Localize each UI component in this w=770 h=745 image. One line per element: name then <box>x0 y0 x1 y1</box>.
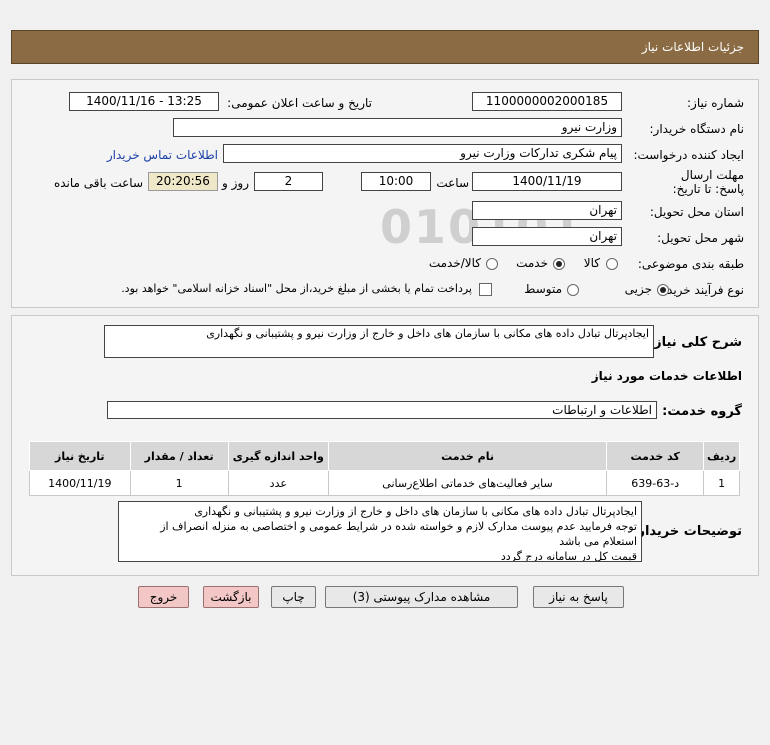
services-section-title: اطلاعات خدمات مورد نیاز <box>591 369 742 383</box>
need-info-panel <box>11 79 759 308</box>
page-title: جزئیات اطلاعات نیاز <box>641 40 744 54</box>
page-header: جزئیات اطلاعات نیاز <box>11 30 759 64</box>
cell-need-date: 1400/11/19 <box>29 470 131 496</box>
cell-service-name: سایر فعالیت‌های خدماتی اطلاع‌رسانی <box>327 470 608 496</box>
city-label: شهر محل تحویل: <box>657 231 744 245</box>
deadline-label: مهلت ارسال پاسخ: تا تاریخ: <box>672 168 744 196</box>
col-header-quantity: تعداد / مقدار <box>129 441 229 471</box>
buyer-notes-field[interactable]: ایجادپرتال تبادل داده های مکانی با سازما… <box>118 501 642 562</box>
category-option-goods: کالا <box>583 256 600 270</box>
province-label: استان محل تحویل: <box>649 205 744 219</box>
category-radio-service[interactable] <box>553 258 565 270</box>
cell-row-number: 1 <box>703 470 740 496</box>
buyer-field: وزارت نیرو <box>173 118 622 137</box>
exit-button[interactable]: خروج <box>138 586 189 608</box>
service-group-field: اطلاعات و ارتباطات <box>107 401 657 419</box>
treasury-payment-note: پرداخت تمام یا بخشی از مبلغ خرید،از محل … <box>121 282 472 295</box>
deadline-time-field: 10:00 <box>361 172 431 191</box>
cell-quantity: 1 <box>129 470 229 496</box>
col-header-service-name: نام خدمت <box>327 441 608 471</box>
summary-field: ایجادپرتال تبادل داده های مکانی با سازما… <box>104 325 654 358</box>
category-radio-goods[interactable] <box>606 258 618 270</box>
summary-label: شرح کلی نیاز: <box>648 335 742 350</box>
city-field: تهران <box>472 227 622 246</box>
view-attachments-button[interactable]: مشاهده مدارک پیوستی (3) <box>325 586 518 608</box>
creator-label: ایجاد کننده درخواست: <box>633 148 744 162</box>
table-row: 1 د-63-639 سایر فعالیت‌های خدماتی اطلاع‌… <box>29 470 740 496</box>
creator-field: پیام شکری تدارکات وزارت نیرو <box>223 144 622 163</box>
buyer-contact-link[interactable]: اطلاعات تماس خریدار <box>107 148 218 162</box>
days-remaining-field: 2 <box>254 172 323 191</box>
process-option-minor: جزیی <box>624 282 652 296</box>
back-button[interactable]: بازگشت <box>203 586 259 608</box>
need-number-field: 1100000002000185 <box>472 92 622 111</box>
col-header-service-code: کد خدمت <box>606 441 705 471</box>
remaining-time-field: 20:20:56 <box>148 172 218 191</box>
print-button[interactable]: چاپ <box>271 586 316 608</box>
category-option-service: خدمت <box>516 256 548 270</box>
col-header-need-date: تاریخ نیاز <box>29 441 131 471</box>
cell-service-code: د-63-639 <box>606 470 705 496</box>
process-radio-medium[interactable] <box>567 284 579 296</box>
reply-button[interactable]: پاسخ به نیاز <box>533 586 624 608</box>
process-option-medium: متوسط <box>524 282 562 296</box>
deadline-time-label: ساعت <box>436 176 469 190</box>
category-radio-goods-service[interactable] <box>486 258 498 270</box>
announce-datetime-field: 1400/11/16 - 13:25 <box>69 92 219 111</box>
buyer-label: نام دستگاه خریدار: <box>649 122 745 136</box>
treasury-payment-checkbox[interactable] <box>479 283 492 296</box>
deadline-date-field: 1400/11/19 <box>472 172 622 191</box>
process-label: نوع فرآیند خرید : <box>659 283 744 297</box>
buyer-notes-label: توضیحات خریدار: <box>632 524 742 539</box>
col-header-unit: واحد اندازه گیری <box>227 441 329 471</box>
category-label: طبقه بندی موضوعی: <box>637 257 744 271</box>
province-field: تهران <box>472 201 622 220</box>
col-header-row-number: ردیف <box>703 441 740 471</box>
services-table: ردیف کد خدمت نام خدمت واحد اندازه گیری ت… <box>29 441 740 496</box>
table-header-row: ردیف کد خدمت نام خدمت واحد اندازه گیری ت… <box>29 441 740 471</box>
service-group-label: گروه خدمت: <box>662 404 742 419</box>
category-option-goods-service: کالا/خدمت <box>428 256 481 270</box>
process-radio-minor[interactable] <box>657 284 669 296</box>
need-number-label: شماره نیاز: <box>687 96 744 110</box>
days-label: روز و <box>222 176 249 190</box>
cell-unit: عدد <box>227 470 329 496</box>
announce-label: تاریخ و ساعت اعلان عمومی: <box>227 96 372 110</box>
remaining-label: ساعت باقی مانده <box>53 176 143 190</box>
